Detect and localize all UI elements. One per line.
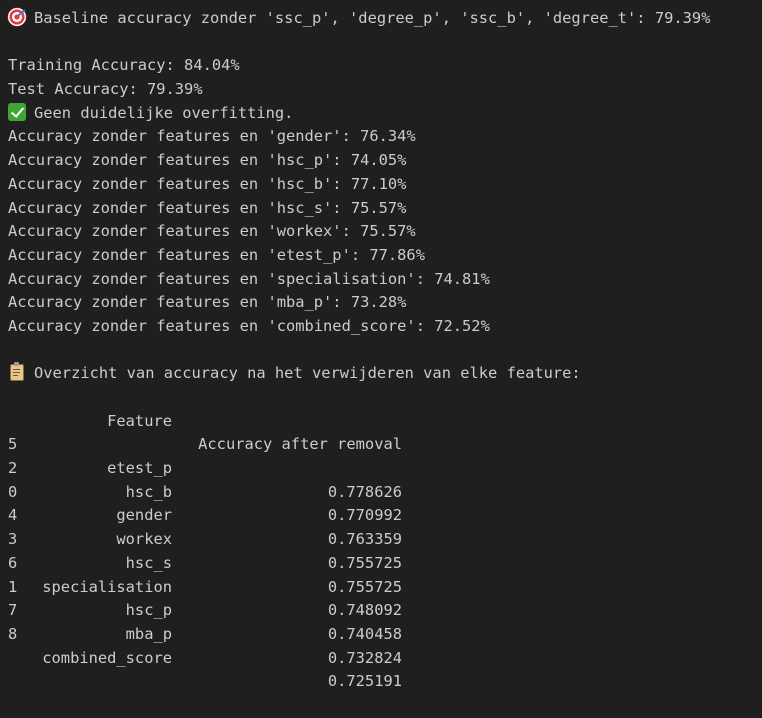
table-row: 6 specialisation 0.748092 (8, 528, 762, 619)
table-row: 3 hsc_s 0.755725 (8, 504, 762, 595)
table-row: 1 hsc_p 0.740458 (8, 552, 762, 643)
table-row: 5 etest_p 0.778626 (8, 410, 762, 500)
overview-title-line: Overzicht van accuracy na het verwijdere… (8, 362, 762, 386)
notebook-cell-output: Baseline accuracy zonder 'ssc_p', 'degre… (8, 7, 762, 690)
removal-line: Accuracy zonder features en 'specialisat… (8, 269, 490, 288)
check-icon (8, 102, 26, 121)
target-icon (8, 8, 26, 26)
baseline-text: Baseline accuracy zonder 'ssc_p', 'degre… (34, 9, 711, 27)
baseline-line: Baseline accuracy zonder 'ssc_p', 'degre… (8, 7, 762, 31)
row-index: 8 (8, 624, 18, 643)
removal-line: Accuracy zonder features en 'gender': 76… (8, 127, 416, 146)
table-row: 7 mba_p 0.732824 (8, 576, 762, 666)
removal-line: Accuracy zonder features en 'hsc_s': 75.… (8, 198, 407, 217)
removal-line: Accuracy zonder features en 'etest_p': 7… (8, 245, 425, 264)
dataframe-body: 5 etest_p 0.778626 2 hsc_b 0.770992 0 ge… (8, 410, 762, 690)
test-accuracy-line: Test Accuracy: 79.39% (8, 80, 203, 99)
removal-line: Accuracy zonder features en 'workex': 75… (8, 222, 416, 241)
training-accuracy-line: Training Accuracy: 84.04% (8, 56, 240, 75)
accuracy-cell: 0.740458 (327, 624, 402, 643)
dataframe-header: Feature Accuracy after removal (8, 386, 762, 454)
overfitting-text: Geen duidelijke overfitting. (34, 103, 294, 122)
overfitting-line: Geen duidelijke overfitting. (8, 102, 762, 126)
table-row: 4 workex 0.755725 (8, 481, 762, 571)
accuracy-cell: 0.725191 (327, 672, 402, 691)
table-row: 0 gender 0.763359 (8, 457, 762, 548)
removal-line: Accuracy zonder features en 'mba_p': 73.… (8, 293, 407, 312)
feature-cell: combined_score (42, 648, 172, 667)
removal-line: Accuracy zonder features en 'combined_sc… (8, 316, 490, 335)
overview-title: Overzicht van accuracy na het verwijdere… (34, 364, 581, 383)
table-row: 8 combined_score 0.725191 (8, 599, 762, 690)
clipboard-icon (10, 362, 24, 382)
removal-line: Accuracy zonder features en 'hsc_p': 74.… (8, 151, 407, 170)
accuracy-cell: 0.732824 (327, 648, 402, 667)
removal-line: Accuracy zonder features en 'hsc_b': 77.… (8, 174, 407, 193)
table-row: 2 hsc_b 0.770992 (8, 433, 762, 524)
